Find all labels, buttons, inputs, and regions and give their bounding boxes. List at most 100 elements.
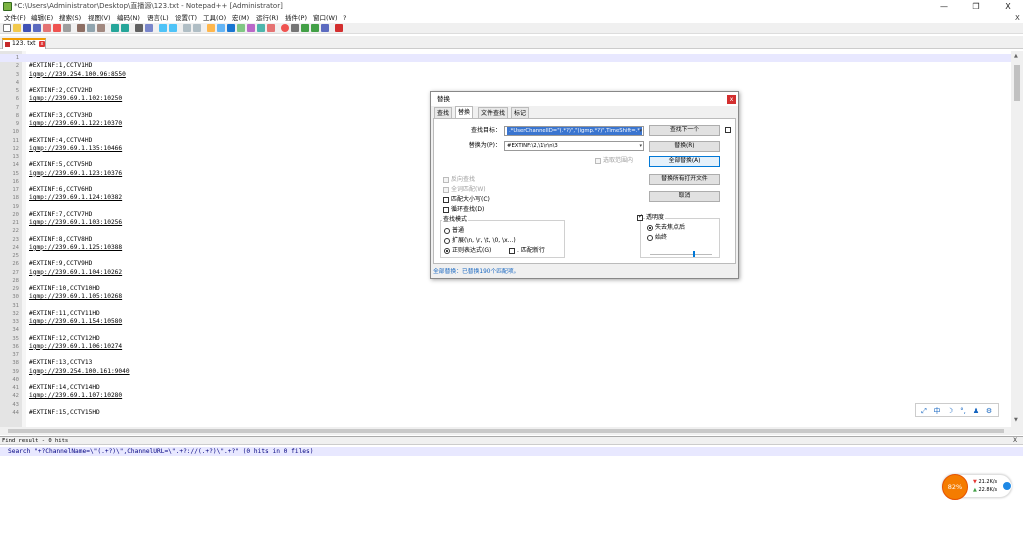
replace-with-combo[interactable]: #EXTINF:\2,\1\r\n\3 ▾ — [504, 141, 644, 151]
on-lose-focus-radio[interactable] — [647, 225, 653, 231]
find-option-checkbox[interactable] — [725, 127, 731, 133]
find-result-close-icon[interactable]: X — [1013, 437, 1017, 445]
menu-tools[interactable]: 工具(O) — [203, 13, 226, 23]
print-icon[interactable] — [63, 24, 71, 32]
normal-radio[interactable] — [444, 228, 450, 234]
tab-123-txt[interactable]: 123. txt x — [2, 38, 46, 49]
function-list-icon[interactable] — [247, 24, 255, 32]
close-file-icon[interactable] — [43, 24, 51, 32]
chevron-down-icon[interactable]: ▾ — [639, 127, 642, 135]
transparency-checkbox[interactable] — [637, 213, 643, 221]
close-all-icon[interactable] — [53, 24, 61, 32]
editor-line[interactable]: 31 — [0, 302, 1011, 310]
editor-line[interactable]: 42 igmp://239.69.1.107:10280 — [0, 392, 1011, 400]
menu-search[interactable]: 搜索(S) — [59, 13, 81, 23]
find-what-combo[interactable]: .*UserChannelID="(.*?)","(igmp.*?)",Time… — [504, 126, 644, 136]
editor-line[interactable]: 33 igmp://239.69.1.154:10580 — [0, 318, 1011, 326]
editor-line[interactable]: 36 igmp://239.69.1.106:10274 — [0, 343, 1011, 351]
ime-moon-icon[interactable]: ☽ — [945, 406, 955, 416]
indent-guide-icon[interactable] — [227, 24, 235, 32]
regex-radio[interactable] — [444, 248, 450, 254]
open-file-icon[interactable] — [13, 24, 21, 32]
editor-line[interactable]: 2 #EXTINF:1,CCTV1HD — [0, 62, 1011, 70]
editor-line[interactable]: 4 — [0, 79, 1011, 87]
editor-line[interactable]: 32 #EXTINF:11,CCTV11HD — [0, 310, 1011, 318]
editor-line[interactable]: 38 #EXTINF:13,CCTV13 — [0, 359, 1011, 367]
network-speed-widget[interactable]: 82% ▼ 21.2K/s ▲ 22.8K/s — [942, 474, 1012, 500]
find-icon[interactable] — [135, 24, 143, 32]
dot-newline-checkbox[interactable] — [509, 248, 515, 254]
transparency-slider-track[interactable] — [650, 254, 712, 255]
horizontal-scrollbar[interactable] — [0, 427, 1023, 435]
sync-vertical-icon[interactable] — [183, 24, 191, 32]
tab-mark[interactable]: 标记 — [511, 107, 530, 118]
save-macro-icon[interactable] — [321, 24, 329, 32]
tab-close-icon[interactable]: x — [39, 41, 45, 47]
replace-all-open-docs-button[interactable]: 替换所有打开文件 — [649, 174, 720, 185]
folder-workspace-icon[interactable] — [257, 24, 265, 32]
monitoring-icon[interactable] — [267, 24, 275, 32]
maximize-button[interactable]: ❐ — [961, 0, 991, 13]
editor-line[interactable]: 1 — [0, 54, 1011, 63]
undo-icon[interactable] — [111, 24, 119, 32]
redo-icon[interactable] — [121, 24, 129, 32]
tab-replace[interactable]: 替换 — [455, 106, 474, 118]
spell-check-icon[interactable] — [335, 24, 343, 32]
minimize-button[interactable]: — — [929, 0, 959, 13]
menu-plugins[interactable]: 插件(P) — [285, 13, 307, 23]
menu-edit[interactable]: 编辑(E) — [31, 13, 53, 23]
transparency-slider-thumb[interactable] — [693, 251, 695, 257]
extended-radio[interactable] — [444, 238, 450, 244]
cut-icon[interactable] — [77, 24, 85, 32]
ime-expand-icon[interactable]: ⤢ — [919, 406, 929, 416]
save-icon[interactable] — [23, 24, 31, 32]
menu-run[interactable]: 运行(R) — [256, 13, 279, 23]
replace-all-button[interactable]: 全部替换(A) — [649, 156, 720, 167]
zoom-in-icon[interactable] — [159, 24, 167, 32]
record-macro-icon[interactable] — [281, 24, 289, 32]
scroll-down-icon[interactable]: ▼ — [1014, 417, 1018, 423]
editor-line[interactable]: 34 — [0, 326, 1011, 334]
menu-view[interactable]: 视图(V) — [88, 13, 111, 23]
menu-window[interactable]: 窗口(W) — [313, 13, 338, 23]
backward-checkbox[interactable] — [443, 177, 449, 183]
editor-line[interactable]: 35 #EXTINF:12,CCTV12HD — [0, 335, 1011, 343]
vertical-scrollbar[interactable]: ▲ ▼ — [1011, 51, 1023, 427]
editor-line[interactable]: 39 igmp://239.254.100.161:9040 — [0, 368, 1011, 376]
new-file-icon[interactable] — [3, 24, 11, 32]
editor-line[interactable]: 37 — [0, 351, 1011, 359]
editor-line[interactable]: 40 — [0, 376, 1011, 384]
in-selection-checkbox[interactable] — [595, 158, 601, 164]
ime-punctuation-icon[interactable]: °, — [958, 406, 968, 416]
wrap-around-checkbox[interactable] — [443, 207, 449, 213]
find-result-line[interactable]: Search "+?ChannelName=\"(.+?)\",ChannelU… — [0, 447, 1023, 456]
find-next-button[interactable]: 查找下一个 — [649, 125, 720, 136]
menu-help[interactable]: ? — [343, 13, 346, 23]
show-all-chars-icon[interactable] — [217, 24, 225, 32]
scrollbar-thumb[interactable] — [1014, 65, 1020, 101]
menu-language[interactable]: 语言(L) — [147, 13, 169, 23]
close-button[interactable]: X — [993, 0, 1023, 13]
sync-horizontal-icon[interactable] — [193, 24, 201, 32]
word-wrap-icon[interactable] — [207, 24, 215, 32]
ime-settings-icon[interactable]: ⚙ — [984, 406, 994, 416]
replace-icon[interactable] — [145, 24, 153, 32]
editor-line[interactable]: 30 igmp://239.69.1.105:10268 — [0, 293, 1011, 301]
tab-find[interactable]: 查找 — [434, 107, 453, 118]
close-document-icon[interactable]: X — [1015, 13, 1020, 23]
chevron-down-icon[interactable]: ▾ — [639, 142, 642, 150]
menu-encoding[interactable]: 编码(N) — [117, 13, 140, 23]
run-macro-multiple-icon[interactable] — [311, 24, 319, 32]
replace-button[interactable]: 替换(R) — [649, 141, 720, 152]
paste-icon[interactable] — [97, 24, 105, 32]
whole-word-checkbox[interactable] — [443, 187, 449, 193]
editor-line[interactable]: 43 — [0, 401, 1011, 409]
tab-find-in-files[interactable]: 文件查找 — [478, 107, 509, 118]
menu-settings[interactable]: 设置(T) — [175, 13, 197, 23]
editor-line[interactable]: 41 #EXTINF:14,CCTV14HD — [0, 384, 1011, 392]
menu-file[interactable]: 文件(F) — [4, 13, 26, 23]
stop-macro-icon[interactable] — [291, 24, 299, 32]
dialog-close-icon[interactable]: x — [727, 95, 736, 104]
save-all-icon[interactable] — [33, 24, 41, 32]
scroll-up-icon[interactable]: ▲ — [1014, 53, 1018, 59]
